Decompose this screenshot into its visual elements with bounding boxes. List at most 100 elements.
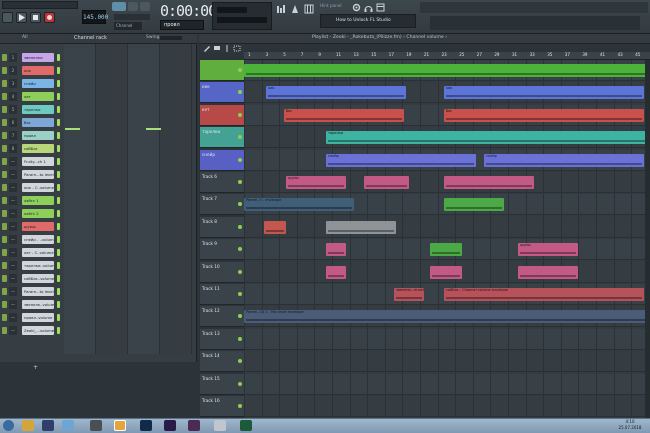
track-mute-led[interactable] [238, 404, 242, 408]
track-header[interactable]: кет [200, 104, 244, 126]
channel-mute-led[interactable] [2, 210, 7, 217]
channel-select-led[interactable] [57, 80, 60, 87]
channel-select-led[interactable] [57, 288, 60, 295]
channel-mute-led[interactable] [2, 67, 7, 74]
track-mute-led[interactable] [238, 68, 242, 72]
channel-mute-led[interactable] [2, 327, 7, 334]
channel-select-led[interactable] [57, 314, 60, 321]
timeline-ruler[interactable]: 1 3 5 7 9 11 13 15 17 19 21 23 25 27 29 31 33 35 37 39 41 43 4… [244, 52, 650, 60]
channel-mixer-number[interactable]: 1 [9, 53, 17, 62]
channel-mixer-number[interactable]: — [9, 300, 17, 309]
premiere-icon[interactable] [164, 420, 176, 431]
track-lane[interactable] [244, 216, 650, 238]
channel-button[interactable]: бас [22, 118, 54, 127]
channel-button[interactable]: снейр [22, 79, 54, 88]
channel-button[interactable]: сабБас [22, 144, 54, 153]
channel-button[interactable]: шумы [22, 222, 54, 231]
channel-select-led[interactable] [57, 171, 60, 178]
start-button[interactable] [3, 420, 14, 431]
channel-mixer-number[interactable]: 3 [9, 79, 17, 88]
play-button[interactable] [16, 12, 27, 23]
channel-button[interactable]: хэйтс 1 [22, 196, 54, 205]
track-header[interactable]: Track 14 [200, 351, 244, 373]
playlist-clip[interactable]: Param...t - envelope [244, 198, 354, 212]
channel-mute-led[interactable] [2, 288, 7, 295]
channel-select-led[interactable] [57, 145, 60, 152]
channel-button[interactable]: Param...to level [22, 287, 54, 296]
track-header[interactable]: Track 12 [200, 306, 244, 328]
channel-button[interactable]: звенелк..volume [22, 300, 54, 309]
wait-input-button[interactable] [128, 2, 138, 11]
track-mute-led[interactable] [238, 336, 242, 341]
channel-select-led[interactable] [57, 132, 60, 139]
playlist-clip[interactable] [264, 220, 286, 234]
channel-mute-led[interactable] [2, 197, 7, 204]
playlist-clip[interactable]: Param...DJ 2 - Mix level envelope [244, 310, 650, 324]
track-header[interactable]: Track 11 [200, 284, 244, 305]
channel-mute-led[interactable] [2, 223, 7, 230]
channel-mute-led[interactable] [2, 158, 7, 165]
playlist-clip[interactable]: кик [444, 86, 644, 100]
channel-button[interactable]: кик [22, 66, 54, 75]
playlist-clip[interactable]: снейр [326, 153, 476, 167]
channel-button[interactable]: провл [22, 131, 54, 140]
photoshop-icon[interactable] [140, 420, 152, 431]
channel-mute-led[interactable] [2, 93, 7, 100]
step-column[interactable] [160, 44, 192, 354]
channel-select-led[interactable] [57, 249, 60, 256]
channel-filter-select[interactable]: All [22, 35, 28, 40]
pencil-icon[interactable] [203, 45, 211, 52]
track-header[interactable]: Track 16 [200, 396, 244, 417]
channel-button[interactable]: снейр - ..volume [22, 235, 54, 244]
channel-mixer-number[interactable]: — [9, 170, 17, 179]
track-header[interactable]: Track 9 [200, 239, 244, 261]
playlist-clip[interactable] [364, 176, 409, 189]
channel-mixer-number[interactable]: — [9, 313, 17, 322]
channel-mute-led[interactable] [2, 132, 7, 139]
playlist-clip[interactable] [244, 64, 650, 77]
step-sequencer-grid[interactable] [64, 44, 192, 354]
channel-mixer-number[interactable]: — [9, 209, 17, 218]
select-icon[interactable] [233, 45, 241, 52]
track-header[interactable]: Track 8 [200, 216, 244, 238]
channel-mixer-number[interactable]: 5 [9, 105, 17, 114]
channel-select-led[interactable] [57, 262, 60, 269]
playlist-lanes[interactable]: кик кик бас бас тарелки снейр снейр шумы Param..… [244, 60, 650, 418]
channel-mixer-number[interactable]: — [9, 261, 17, 270]
channel-button[interactable]: хат [22, 92, 54, 101]
playlist-clip[interactable]: кик [266, 86, 406, 100]
paint-icon[interactable] [213, 45, 221, 52]
channel-mute-led[interactable] [2, 106, 7, 113]
track-header[interactable]: тарелки [200, 127, 244, 149]
record-button[interactable] [44, 12, 55, 23]
metronome-button[interactable] [112, 2, 126, 11]
swing-slider[interactable] [160, 36, 182, 40]
playlist-clip[interactable] [430, 243, 462, 257]
channel-select-led[interactable] [57, 236, 60, 243]
playlist-clip[interactable]: шумы [518, 243, 578, 257]
channel-mixer-number[interactable]: 7 [9, 131, 17, 140]
channel-select-led[interactable] [57, 184, 60, 191]
channel-mute-led[interactable] [2, 275, 7, 282]
track-mute-led[interactable] [238, 135, 242, 140]
stop-button[interactable] [30, 12, 41, 23]
track-mute-led[interactable] [238, 90, 242, 95]
channel-mixer-number[interactable]: — [9, 248, 17, 257]
track-mute-led[interactable] [238, 314, 242, 319]
fl-studio-icon[interactable] [114, 420, 126, 431]
menu-strip[interactable] [2, 1, 78, 9]
piano-roll-icon[interactable] [304, 4, 314, 14]
channel-select-led[interactable] [57, 158, 60, 165]
channel-select-led[interactable] [57, 67, 60, 74]
playlist-clip[interactable]: сабБас - Channel volume envelope [444, 288, 644, 301]
channel-mixer-number[interactable]: — [9, 274, 17, 283]
channel-button[interactable]: Fruity...ch 1 [22, 157, 54, 166]
pat-song-toggle[interactable] [2, 12, 13, 23]
track-mute-led[interactable] [238, 224, 242, 229]
tempo-display[interactable]: 145.000 [82, 10, 108, 24]
track-mute-led[interactable] [238, 247, 242, 252]
app-icon[interactable] [90, 420, 102, 431]
channel-mixer-number[interactable]: 8 [9, 144, 17, 153]
channel-mixer-number[interactable]: 4 [9, 92, 17, 101]
playlist-scrollbar[interactable] [645, 60, 650, 418]
